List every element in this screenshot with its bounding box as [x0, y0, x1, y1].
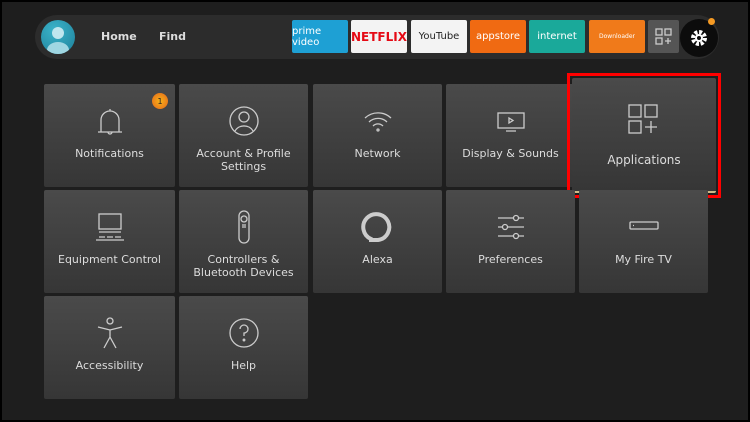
screen: Home Find prime video NETFLIX YouTube appst…	[2, 2, 748, 420]
tile-accessibility[interactable]: Accessibility	[44, 296, 175, 399]
app-label: prime video	[292, 25, 322, 48]
user-icon	[179, 104, 308, 138]
tile-label: Equipment Control	[58, 253, 161, 266]
all-apps-button[interactable]	[648, 20, 679, 53]
app-tile-youtube[interactable]: YouTube	[411, 20, 467, 53]
help-icon	[179, 316, 308, 350]
tile-controllers-bluetooth-devices[interactable]: Controllers & Bluetooth Devices	[179, 190, 308, 293]
app-tile-downloader[interactable]: Downloader	[589, 20, 645, 53]
app-tile-appstore[interactable]: appstore	[470, 20, 526, 53]
tile-label: Accessibility	[75, 359, 144, 372]
accessibility-icon	[44, 316, 175, 350]
tile-label: Network	[354, 147, 401, 160]
tile-label: My Fire TV	[615, 253, 672, 266]
tile-label: Applications	[607, 153, 681, 167]
app-tile-internet[interactable]: internet	[529, 20, 585, 53]
app-tile-prime-video[interactable]: prime video	[292, 20, 348, 53]
app-label: appstore	[475, 31, 521, 42]
app-label: internet	[537, 31, 577, 42]
alexa-icon	[313, 210, 442, 244]
nav-home[interactable]: Home	[101, 30, 137, 43]
app-label: YouTube	[418, 31, 460, 42]
tile-label: Controllers & Bluetooth Devices	[193, 253, 294, 279]
gear-icon	[691, 30, 707, 46]
tile-equipment-control[interactable]: Equipment Control	[44, 190, 175, 293]
selection-highlight: Applications	[567, 73, 721, 198]
tile-alexa[interactable]: Alexa	[313, 190, 442, 293]
tile-display-sounds[interactable]: Display & Sounds	[446, 84, 575, 187]
tile-help[interactable]: Help	[179, 296, 308, 399]
profile-avatar[interactable]	[41, 20, 75, 54]
sliders-icon	[446, 210, 575, 244]
tv-icon	[446, 104, 575, 138]
tile-label: Alexa	[362, 253, 393, 266]
settings-notification-dot	[708, 18, 715, 25]
nav-find[interactable]: Find	[159, 30, 186, 43]
tile-network[interactable]: Network	[313, 84, 442, 187]
notification-badge: 1	[152, 93, 168, 109]
app-label: NETFLIX	[351, 29, 407, 44]
tile-label: Preferences	[478, 253, 543, 266]
tile-label: Notifications	[75, 147, 144, 160]
tile-label: Display & Sounds	[462, 147, 559, 160]
computer-icon	[44, 210, 175, 244]
app-label: Downloader	[599, 33, 635, 40]
tile-my-fire-tv[interactable]: My Fire TV	[579, 190, 708, 293]
remote-icon	[179, 210, 308, 244]
tile-label: Account & Profile Settings	[196, 147, 291, 173]
grid-plus-icon	[572, 103, 716, 137]
grid-plus-icon	[654, 27, 672, 45]
tile-account-profile-settings[interactable]: Account & Profile Settings	[179, 84, 308, 187]
wifi-icon	[313, 104, 442, 138]
tile-applications[interactable]: Applications	[572, 78, 716, 193]
tile-preferences[interactable]: Preferences	[446, 190, 575, 293]
app-tile-netflix[interactable]: NETFLIX	[351, 20, 407, 53]
bell-icon	[44, 104, 175, 138]
tile-label: Help	[230, 359, 257, 372]
firetv-stick-icon	[579, 210, 708, 244]
